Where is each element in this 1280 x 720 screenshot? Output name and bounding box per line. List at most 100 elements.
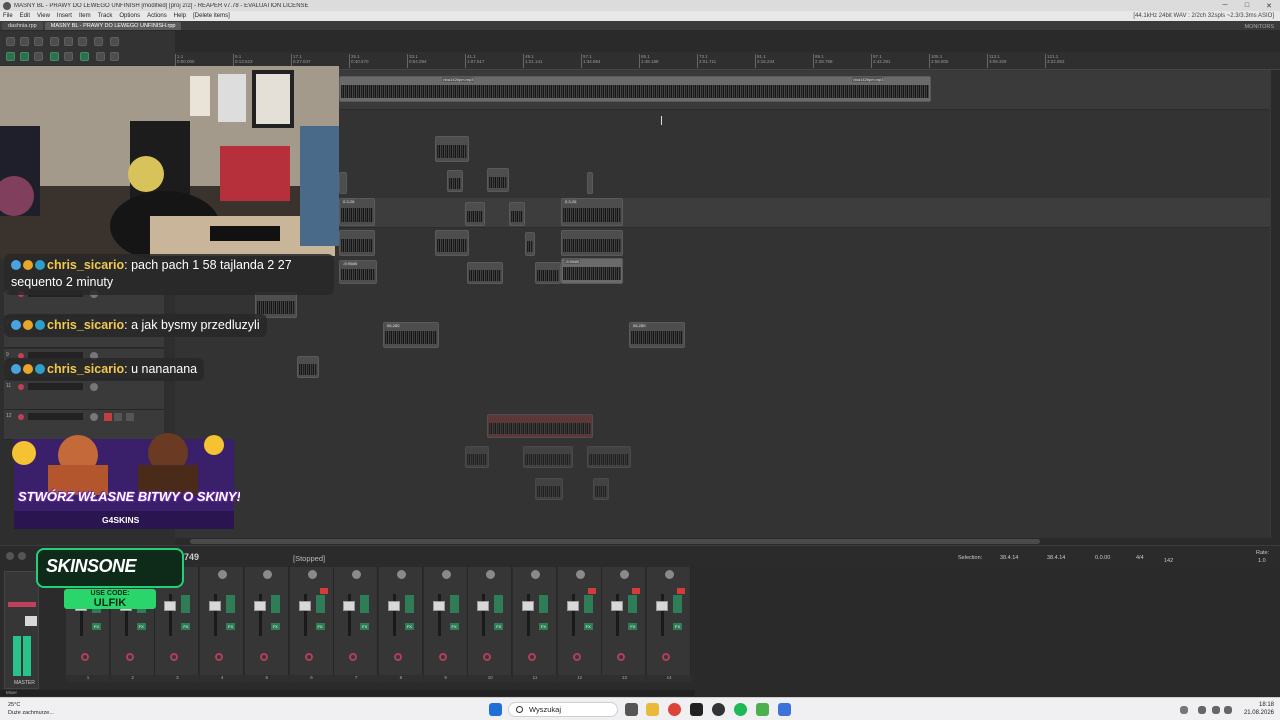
pan-knob[interactable]	[218, 570, 228, 579]
volume-fader[interactable]	[387, 601, 400, 611]
record-arm-button[interactable]	[528, 653, 536, 661]
menu-actions[interactable]: Actions	[147, 13, 167, 19]
auto-crossfade-icon[interactable]	[50, 52, 59, 61]
mixer-channel[interactable]: FX 14	[647, 567, 692, 682]
media-item[interactable]	[465, 446, 489, 468]
menu-edit[interactable]: Edit	[20, 13, 30, 19]
network-icon[interactable]	[1212, 706, 1220, 714]
arrange-view[interactable]: vixa142bpm.mp3 vixa142bpm.mp3 0.3-26 0.3…	[175, 70, 1270, 538]
media-item[interactable]	[525, 232, 535, 256]
record-arm-button[interactable]	[304, 653, 313, 661]
volume-fader[interactable]	[253, 601, 266, 611]
pan-knob[interactable]	[262, 570, 272, 579]
ripple-edit-icon[interactable]	[20, 52, 29, 61]
fx-button[interactable]: FX	[270, 623, 280, 630]
tray-chevron-icon[interactable]	[1180, 706, 1188, 714]
media-item[interactable]: vixa142bpm.mp3 vixa142bpm.mp3	[339, 76, 931, 102]
fx-button[interactable]: FX	[181, 623, 191, 630]
record-arm-button[interactable]	[393, 653, 402, 661]
media-item[interactable]: 0.3-26	[561, 198, 623, 226]
volume-fader[interactable]	[522, 601, 534, 611]
record-arm-button[interactable]	[81, 653, 89, 661]
pan-knob[interactable]	[531, 570, 540, 579]
media-item[interactable]	[593, 478, 609, 500]
pan-knob[interactable]	[486, 570, 496, 579]
undo-icon[interactable]	[64, 37, 73, 46]
audio-device-status[interactable]: [44.1kHz 24bit WAV : 2/2ch 32spls ~2.3/3…	[1133, 13, 1274, 19]
app-icon[interactable]	[690, 703, 703, 716]
record-arm-button[interactable]	[438, 653, 447, 661]
menu-item[interactable]: Item	[79, 13, 91, 19]
time-signature[interactable]: 4/4	[1136, 555, 1144, 561]
system-clock[interactable]: 18:18 21.08.2026	[1238, 701, 1274, 717]
mute-solo-buttons[interactable]	[673, 595, 683, 613]
stop-icon[interactable]	[18, 552, 26, 560]
media-item[interactable]	[523, 446, 573, 468]
snap-icon[interactable]	[6, 52, 15, 61]
media-item[interactable]	[561, 230, 623, 256]
windows-start-icon[interactable]	[489, 703, 502, 716]
mixer-channel[interactable]: FX 10	[468, 567, 513, 682]
marker-icon[interactable]	[110, 52, 119, 61]
metronome-icon[interactable]	[94, 37, 103, 46]
mixer-channel[interactable]: FX 12	[557, 567, 602, 682]
record-arm-button[interactable]	[572, 653, 581, 661]
record-arm-button[interactable]	[170, 653, 179, 661]
media-item[interactable]	[435, 230, 469, 256]
weather-widget[interactable]: 25°C Duże zachmurze...	[8, 701, 54, 717]
media-item[interactable]	[435, 136, 469, 162]
mixer-channel[interactable]: FX 7	[334, 567, 379, 682]
envelope-icon[interactable]	[64, 52, 73, 61]
media-item[interactable]	[509, 202, 525, 226]
pan-knob[interactable]	[575, 570, 585, 579]
volume-icon[interactable]	[1224, 706, 1232, 714]
settings-gear-icon[interactable]	[50, 37, 59, 46]
media-item[interactable]: 0.3-26	[339, 198, 375, 226]
fx-button[interactable]: FX	[539, 623, 548, 630]
mute-solo-buttons[interactable]	[404, 595, 414, 613]
selection-start[interactable]: 38.4.14	[1000, 555, 1018, 561]
mute-solo-buttons[interactable]	[226, 595, 236, 613]
media-item[interactable]	[339, 230, 375, 256]
media-item[interactable]: -9.90dB	[561, 258, 623, 284]
record-arm-button[interactable]	[662, 653, 671, 661]
volume-knob[interactable]	[90, 413, 98, 421]
menu-insert[interactable]: Insert	[57, 13, 72, 19]
media-item[interactable]: 06-280	[383, 322, 439, 348]
volume-fader[interactable]	[343, 601, 356, 611]
selection-end[interactable]: 38.4.14	[1047, 555, 1065, 561]
record-arm-button[interactable]	[259, 653, 268, 661]
mixer-tab[interactable]: Mixer	[6, 690, 17, 695]
fx-button[interactable]: FX	[449, 623, 459, 630]
mute-solo-buttons[interactable]	[539, 595, 548, 613]
fx-button[interactable]: FX	[404, 623, 414, 630]
playrate-value[interactable]: 1.0	[1258, 558, 1266, 564]
pan-knob[interactable]	[665, 570, 675, 579]
menu-view[interactable]: View	[37, 13, 50, 19]
task-view-icon[interactable]	[625, 703, 638, 716]
volume-fader[interactable]	[566, 601, 579, 611]
open-project-icon[interactable]	[20, 37, 29, 46]
play-icon[interactable]	[6, 552, 14, 560]
redo-icon[interactable]	[78, 37, 87, 46]
browser-icon[interactable]	[756, 703, 769, 716]
mixer-channel[interactable]: FX 6	[289, 567, 334, 682]
mute-button[interactable]	[104, 413, 112, 421]
media-item[interactable]	[535, 478, 563, 500]
media-item[interactable]	[587, 446, 631, 468]
tab-project-1[interactable]: dashnia.rpp	[2, 22, 43, 30]
mute-solo-buttons[interactable]	[494, 595, 504, 613]
media-item[interactable]	[467, 262, 503, 284]
lock-icon[interactable]	[96, 52, 105, 61]
maximize-button[interactable]: □	[1236, 2, 1258, 9]
media-item[interactable]	[297, 356, 319, 378]
volume-fader[interactable]	[477, 601, 490, 611]
volume-fader[interactable]	[209, 601, 222, 611]
record-arm-button[interactable]	[617, 653, 626, 661]
media-item[interactable]	[587, 172, 593, 194]
menu-help[interactable]: Help	[174, 13, 186, 19]
microphone-icon[interactable]	[1198, 706, 1206, 714]
record-arm-button[interactable]	[215, 653, 224, 661]
fx-button[interactable]: FX	[494, 623, 504, 630]
fx-button[interactable]: FX	[92, 623, 101, 630]
